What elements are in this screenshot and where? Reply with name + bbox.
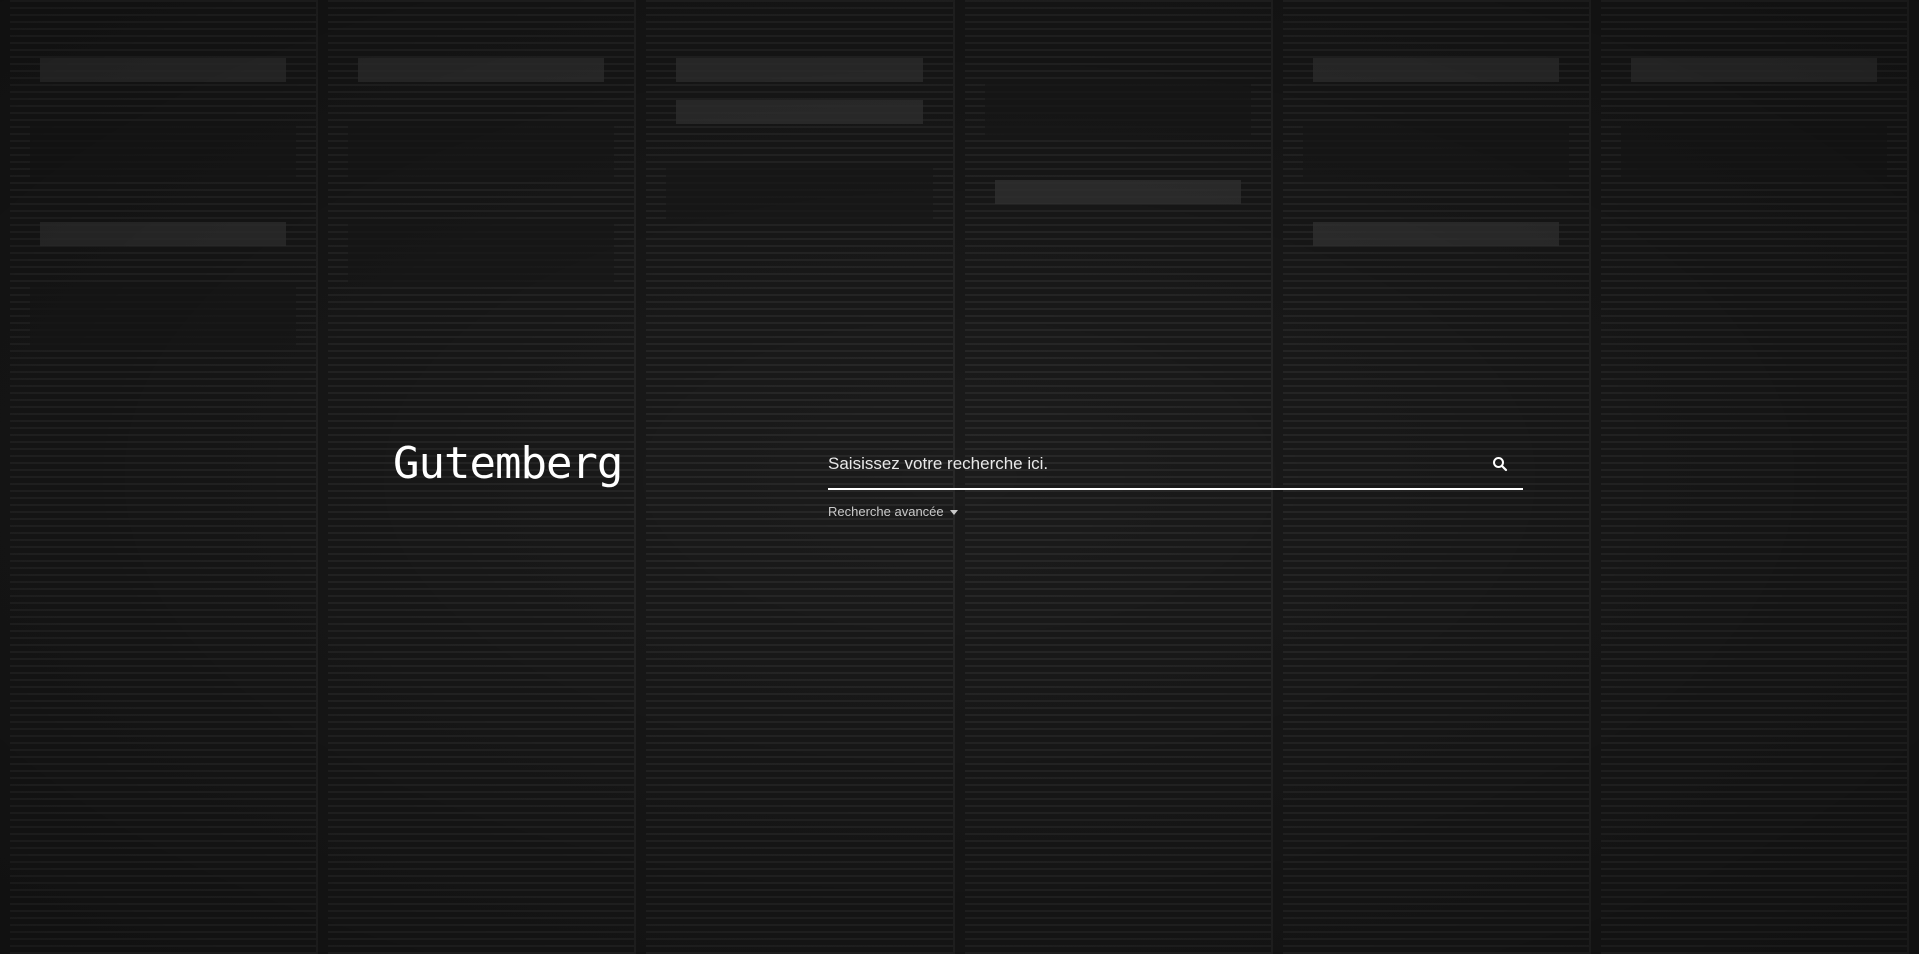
- caret-down-icon: [949, 510, 958, 515]
- hero-banner: Gutemberg Recherche avancée: [0, 0, 1919, 954]
- search-button[interactable]: [1485, 449, 1515, 479]
- search-icon: [1493, 457, 1508, 472]
- advanced-search-toggle[interactable]: Recherche avancée: [828, 504, 958, 519]
- advanced-search-label: Recherche avancée: [828, 504, 944, 519]
- search-bar: [828, 440, 1523, 490]
- search-input[interactable]: [828, 444, 1485, 484]
- site-logo[interactable]: Gutemberg: [393, 438, 623, 489]
- search-form: Recherche avancée: [828, 440, 1523, 521]
